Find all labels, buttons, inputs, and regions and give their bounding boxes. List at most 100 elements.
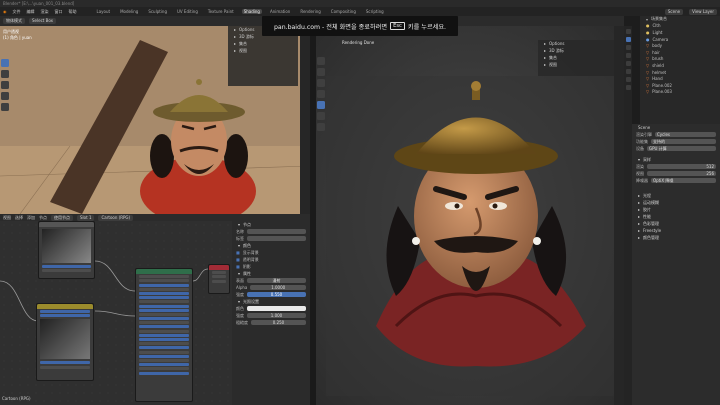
outliner-item[interactable]: ▽ Plane.002 xyxy=(640,82,720,89)
outliner-item[interactable]: ▽ brush xyxy=(640,56,720,63)
factor-slider[interactable]: 0.550 xyxy=(247,292,306,297)
roughness-field[interactable]: 0.250 xyxy=(251,320,306,325)
check-row[interactable]: ■ 透明背景 xyxy=(232,256,310,263)
menu-help[interactable]: 帮助 xyxy=(69,9,77,15)
section-sampling[interactable]: ▾ 采样 xyxy=(632,156,720,163)
props-tab-object[interactable] xyxy=(625,77,631,82)
props-tab-output[interactable] xyxy=(625,45,631,50)
sidebar-item[interactable]: ▸ 视图 xyxy=(538,61,614,68)
outliner-item[interactable]: ▽ hair xyxy=(640,49,720,56)
measure-tool-button[interactable] xyxy=(317,123,325,131)
section-light-paths[interactable]: ▸ 光程 xyxy=(632,192,720,199)
check-row[interactable]: ■ 阴影 xyxy=(232,263,310,270)
outliner-item[interactable]: ▽ Plane.003 xyxy=(640,89,720,96)
tab-compositing[interactable]: Compositing xyxy=(329,9,358,14)
annotate-tool-button[interactable] xyxy=(317,112,325,120)
outliner-item[interactable]: ▽ Hand xyxy=(640,75,720,82)
scene-selector[interactable]: Scene xyxy=(664,8,684,15)
section-performance[interactable]: ▸ 性能 xyxy=(632,213,720,220)
blender-logo-icon[interactable]: ◉ xyxy=(3,9,7,14)
tab-uv-editing[interactable]: UV Editing xyxy=(175,9,200,14)
move-tool-button[interactable] xyxy=(1,81,9,89)
node-menu-node[interactable]: 节点 xyxy=(39,215,47,221)
device-dropdown[interactable]: GPU 计算 xyxy=(647,146,716,151)
strength-field[interactable]: 1.000 xyxy=(247,313,306,318)
sidebar-item[interactable]: ▸ 集合 xyxy=(228,40,298,47)
section-film[interactable]: ▸ 胶片 xyxy=(632,206,720,213)
props-tab-render[interactable] xyxy=(625,37,631,42)
denoiser-dropdown[interactable]: OptiX 降噪 xyxy=(651,178,716,183)
props-tab-view-layer[interactable] xyxy=(625,53,631,58)
props-tab-scene[interactable] xyxy=(625,61,631,66)
alpha-field[interactable]: 1.0000 xyxy=(250,285,306,290)
section-node[interactable]: ▾ 节点 xyxy=(232,221,310,228)
tab-scripting[interactable]: Scripting xyxy=(364,9,386,14)
render-engine-dropdown[interactable]: Cycles xyxy=(655,132,716,137)
sidebar-item[interactable]: ▸ 视图 xyxy=(228,47,298,54)
outliner-item[interactable]: ▽ shield xyxy=(640,62,720,69)
select-tool-button[interactable] xyxy=(1,59,9,67)
material-name-field[interactable]: Cartoon (RPG) xyxy=(98,214,134,221)
check-row[interactable]: ■ 显示背景 xyxy=(232,249,310,256)
sidebar-item[interactable]: ▸ 集合 xyxy=(538,54,614,61)
node-menu-add[interactable]: 添加 xyxy=(27,215,35,221)
left-sidebar-tabs[interactable] xyxy=(300,26,310,214)
rotate-tool-button[interactable] xyxy=(317,90,325,98)
tab-rendering[interactable]: Rendering xyxy=(298,9,322,14)
left-3d-viewport[interactable]: 用户透视 (1) 角色 | yuan ▸ Options ▸ 3D 游标 ▸ 集… xyxy=(0,26,310,214)
section-emission[interactable]: ▾ 光照设置 xyxy=(232,298,310,305)
tab-shading[interactable]: Shading xyxy=(241,9,262,14)
mode-dropdown[interactable]: 物体模式 xyxy=(3,18,25,24)
outliner-item[interactable]: ▽ helmet xyxy=(640,69,720,76)
ramp-node-top[interactable] xyxy=(38,221,95,279)
outliner-item[interactable]: ● Light xyxy=(640,29,720,36)
section-colors[interactable]: ▸ 颜色管理 xyxy=(632,234,720,241)
section-props[interactable]: ▾ 属性 xyxy=(232,270,310,277)
props-tab-world[interactable] xyxy=(625,69,631,74)
menu-file[interactable]: 文件 xyxy=(13,9,21,15)
tab-sculpting[interactable]: Sculpting xyxy=(146,9,169,14)
outliner-item[interactable]: ● Camera xyxy=(640,36,720,43)
menu-edit[interactable]: 编辑 xyxy=(27,9,35,15)
viewport-samples-field[interactable]: 256 xyxy=(647,171,716,176)
node-menu-select[interactable]: 选择 xyxy=(15,215,23,221)
tab-layout[interactable]: Layout xyxy=(95,9,113,14)
scale-tool-button[interactable] xyxy=(1,103,9,111)
node-menu-view[interactable]: 视图 xyxy=(3,215,11,221)
tab-texture-paint[interactable]: Texture Paint xyxy=(206,9,236,14)
section-color[interactable]: ▾ 颜色 xyxy=(232,242,310,249)
move-tool-button[interactable] xyxy=(317,79,325,87)
select-box-tool[interactable]: Select Box xyxy=(29,18,57,24)
node-label-field[interactable] xyxy=(247,236,306,241)
node-editor-canvas[interactable]: Cartoon (RPG) xyxy=(0,221,232,405)
view-layer-selector[interactable]: View Layer xyxy=(689,8,717,15)
right-sidebar-tabs[interactable] xyxy=(614,26,624,405)
sidebar-item[interactable]: ▸ 3D 游标 xyxy=(538,47,614,54)
props-tab-tool[interactable] xyxy=(625,29,631,34)
principled-bsdf-node[interactable] xyxy=(135,268,193,402)
section-color-management[interactable]: ▸ 色彩管理 xyxy=(632,220,720,227)
transform-tool-button[interactable] xyxy=(317,101,325,109)
section-freestyle[interactable]: ▸ Freestyle xyxy=(632,227,720,234)
material-slot-dropdown[interactable]: Slot 1 xyxy=(77,214,95,221)
sidebar-item[interactable]: ▸ Options xyxy=(538,40,614,47)
material-output-node[interactable] xyxy=(208,264,230,294)
section-motion-blur[interactable]: ▸ 运动模糊 xyxy=(632,199,720,206)
tab-modeling[interactable]: Modeling xyxy=(118,9,140,14)
outliner-item[interactable]: ▽ body xyxy=(640,42,720,49)
menu-window[interactable]: 窗口 xyxy=(55,9,63,15)
menu-render[interactable]: 渲染 xyxy=(41,9,49,15)
select-tool-button[interactable] xyxy=(317,57,325,65)
props-tab-material[interactable] xyxy=(625,85,631,90)
cursor-tool-button[interactable] xyxy=(317,68,325,76)
rotate-tool-button[interactable] xyxy=(1,92,9,100)
right-3d-viewport[interactable]: Rendering Done ▸ Options ▸ 3D 游标 ▸ 集合 ▸ … xyxy=(316,26,624,405)
surface-dropdown[interactable]: 漫射 xyxy=(247,278,306,283)
cursor-tool-button[interactable] xyxy=(1,70,9,78)
outliner-item[interactable]: ● Clth xyxy=(640,23,720,30)
node-name-field[interactable] xyxy=(247,229,306,234)
tab-animation[interactable]: Animation xyxy=(268,9,292,14)
outliner-item[interactable]: ▾ 场景集合 xyxy=(640,16,720,23)
feature-set-dropdown[interactable]: 支持的 xyxy=(651,139,716,144)
use-nodes-toggle[interactable]: 使用节点 xyxy=(51,214,73,221)
